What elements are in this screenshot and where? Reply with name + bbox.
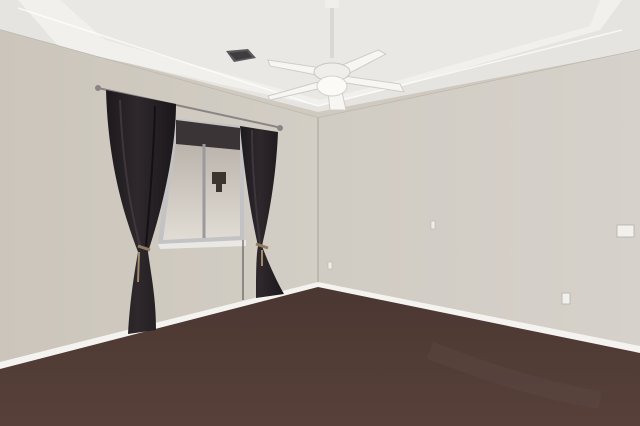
wall-outlet-left <box>327 261 333 270</box>
thermostat-plate <box>616 224 635 238</box>
room-photo <box>0 0 640 426</box>
wall-outlet-right <box>561 292 571 305</box>
wall-switch-plate <box>430 220 436 230</box>
fan-light <box>316 75 348 97</box>
